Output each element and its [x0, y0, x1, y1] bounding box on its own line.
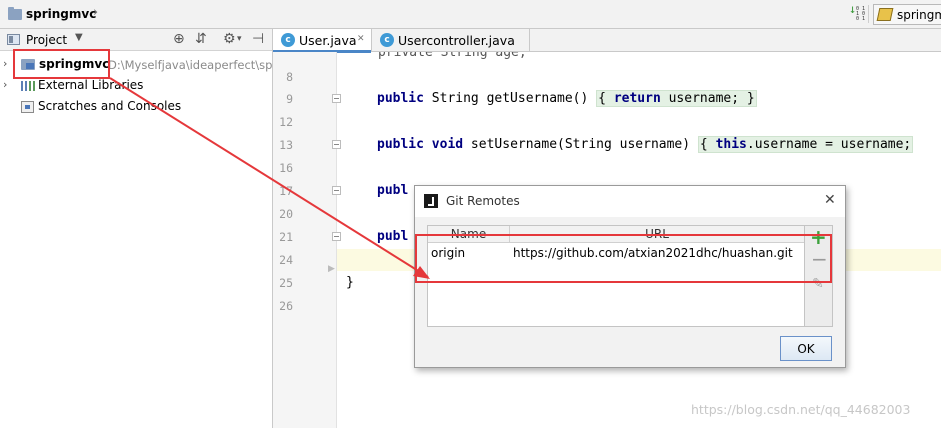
- annotation-arrow: [109, 77, 430, 279]
- watermark: https://blog.csdn.net/qq_44682003: [691, 402, 911, 417]
